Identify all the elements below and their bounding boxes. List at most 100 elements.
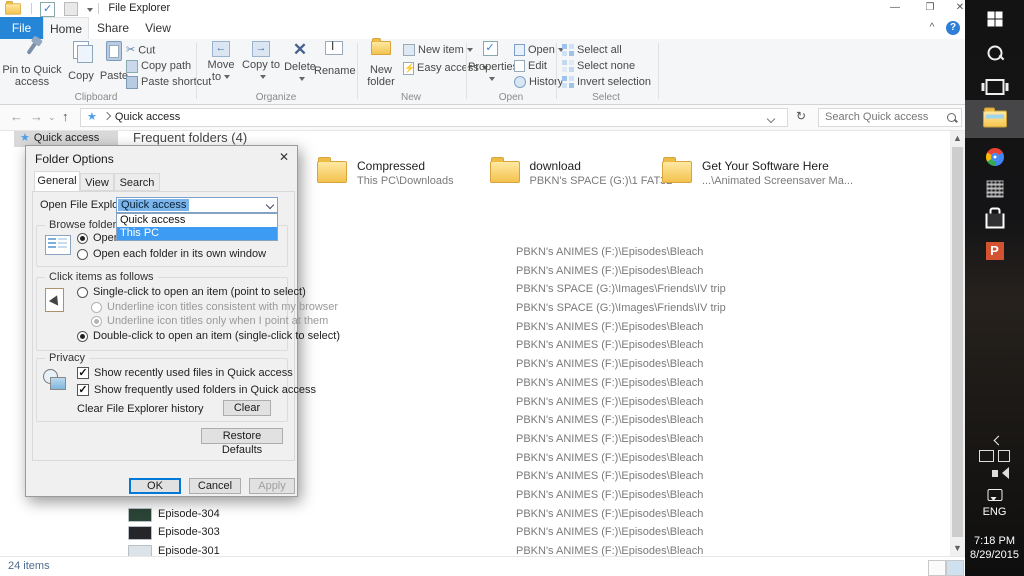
minimize-button[interactable]: — [880, 0, 910, 16]
radio-own-window[interactable]: Open each folder in its own window [77, 248, 266, 260]
taskbar-powerpoint-button[interactable]: P [965, 234, 1024, 268]
radio-icon [77, 287, 88, 298]
recent-locations-arrow-icon[interactable]: ⌄ [48, 112, 56, 123]
forward-button[interactable]: → [30, 109, 43, 124]
delete-button[interactable]: ✕ Delete [282, 41, 318, 85]
collapse-ribbon-button[interactable]: ^ [922, 20, 942, 36]
clear-button[interactable]: Clear [223, 400, 271, 416]
details-view-button[interactable] [928, 560, 946, 576]
new-item-button[interactable]: New item [403, 43, 473, 58]
ok-button[interactable]: OK [129, 478, 181, 494]
start-button[interactable] [965, 2, 1024, 36]
scrollbar-thumb[interactable] [952, 147, 963, 537]
select-none-button[interactable]: Select none [562, 59, 635, 74]
taskbar-store-button[interactable] [965, 204, 1024, 238]
volume-button[interactable] [965, 468, 1024, 484]
address-dropdown-icon[interactable] [767, 115, 775, 123]
radio-single-click[interactable]: Single-click to open an item (point to s… [77, 286, 306, 298]
language-indicator[interactable]: ENG [965, 506, 1024, 518]
recent-file-row[interactable]: Episode-303 PBKN's ANIMES (F:)\Episodes\B… [120, 523, 948, 542]
ribbon-group-new: New folder New item ⚡Easy access New [359, 39, 463, 104]
frequent-folder-tile[interactable]: CompressedThis PC\Downloads [315, 157, 483, 209]
taskbar-chrome-button[interactable] [965, 140, 1024, 174]
button-label: Cut [138, 44, 155, 56]
show-hidden-icons-button[interactable] [965, 428, 1024, 446]
history-icon [514, 76, 526, 88]
group-label: Clipboard [0, 92, 192, 103]
thumbnail-view-button[interactable] [946, 560, 964, 576]
search-icon[interactable] [947, 113, 956, 122]
tile-folder-path: PBKN's SPACE (G:)\1 FAT32 [530, 175, 673, 187]
privacy-group: Privacy ✓Show recently used files in Qui… [36, 358, 288, 422]
vertical-scrollbar[interactable]: ▲ ▼ [950, 131, 965, 556]
dialog-tab-general[interactable]: General [34, 171, 80, 192]
ribbon: Pin to Quick access Copy Paste ✂Cut Copy… [0, 39, 965, 105]
copy-to-button[interactable]: → Copy to [242, 41, 280, 83]
rename-button[interactable]: Rename [314, 41, 354, 77]
recent-file-name: Episode-303 [158, 523, 220, 542]
dropdown-option-this-pc[interactable]: This PC [117, 227, 277, 240]
maximize-button[interactable]: ❐ [915, 0, 945, 16]
separator [196, 43, 197, 99]
qat-newfolder-icon[interactable] [64, 2, 78, 16]
taskbar-file-explorer-button[interactable] [965, 100, 1024, 138]
breadcrumb[interactable]: ★Quick access [80, 108, 788, 127]
tray-icons[interactable] [965, 450, 1024, 468]
dialog-tab-view[interactable]: View [80, 173, 114, 191]
open-to-combobox[interactable]: Quick access [116, 197, 278, 213]
radio-double-click[interactable]: Double-click to open an item (single-cli… [77, 330, 340, 342]
clock-date[interactable]: 8/29/2015 [965, 549, 1024, 561]
apply-button[interactable]: Apply [249, 478, 295, 494]
task-view-button[interactable] [965, 70, 1024, 104]
radio-icon [91, 302, 102, 313]
tab-view[interactable]: View [137, 17, 179, 39]
separator [658, 43, 659, 99]
scroll-down-arrow-icon[interactable]: ▼ [950, 541, 965, 556]
new-folder-button[interactable]: New folder [361, 41, 401, 88]
button-label: Select all [577, 44, 622, 56]
move-to-button[interactable]: ← Move to [202, 41, 240, 83]
refresh-button[interactable]: ↻ [796, 109, 806, 123]
tile-folder-path: ...\Animated Screensaver Ma... [702, 175, 853, 187]
qat-customize-arrow-icon[interactable] [87, 8, 93, 12]
button-label: Pin to Quick access [2, 64, 62, 88]
pin-to-quick-access-button[interactable]: Pin to Quick access [2, 41, 62, 88]
help-button[interactable]: ? [946, 21, 960, 35]
clock-time[interactable]: 7:18 PM [965, 535, 1024, 547]
tab-share[interactable]: Share [89, 17, 137, 39]
invert-selection-button[interactable]: Invert selection [562, 75, 651, 90]
window-title: File Explorer [108, 0, 170, 17]
restore-defaults-button[interactable]: Restore Defaults [201, 428, 283, 444]
separator [98, 3, 99, 14]
cut-button[interactable]: ✂Cut [126, 43, 155, 58]
recent-file-path: PBKN's ANIMES (F:)\Episodes\Bleach [516, 449, 703, 468]
taskbar-search-button[interactable] [965, 36, 1024, 70]
copy-path-button[interactable]: Copy path [126, 59, 191, 74]
recent-file-row[interactable]: Episode-304PBKN's ANIMES (F:)\Episodes\B… [120, 505, 948, 524]
back-button[interactable]: ← [10, 109, 23, 124]
dialog-tab-search[interactable]: Search [114, 173, 160, 191]
select-all-button[interactable]: Select all [562, 43, 622, 58]
frequent-folder-tile[interactable]: downloadPBKN's SPACE (G:)\1 FAT32 [488, 157, 656, 209]
frequent-folder-tile[interactable]: Get Your Software Here...\Animated Scree… [660, 157, 828, 209]
qat-properties-icon[interactable]: ✓ [40, 2, 55, 17]
privacy-icon [43, 369, 65, 389]
dropdown-option-quick-access[interactable]: Quick access [117, 214, 277, 227]
windows-logo-icon [987, 12, 1002, 27]
copy-button[interactable]: Copy [64, 41, 98, 82]
checkbox-recent-files[interactable]: ✓Show recently used files in Quick acces… [77, 367, 293, 379]
action-center-button[interactable] [965, 487, 1024, 503]
scroll-up-arrow-icon[interactable]: ▲ [950, 131, 965, 146]
taskbar-app-button[interactable] [965, 172, 1024, 206]
recent-file-row[interactable]: Episode-301PBKN's ANIMES (F:)\Episodes\B… [120, 542, 948, 556]
tab-home[interactable]: Home [43, 17, 89, 39]
dialog-close-button[interactable]: ✕ [275, 149, 293, 165]
select-all-icon [562, 44, 574, 56]
recent-file-path: PBKN's ANIMES (F:)\Episodes\Bleach [516, 523, 703, 542]
edit-button[interactable]: Edit [514, 59, 547, 74]
cancel-button[interactable]: Cancel [189, 478, 241, 494]
properties-button[interactable]: ✓ Properties [468, 41, 512, 85]
checkbox-frequent-folders[interactable]: ✓Show frequently used folders in Quick a… [77, 384, 316, 396]
up-button[interactable]: ↑ [62, 109, 69, 124]
search-input[interactable]: Search Quick access [818, 108, 962, 127]
